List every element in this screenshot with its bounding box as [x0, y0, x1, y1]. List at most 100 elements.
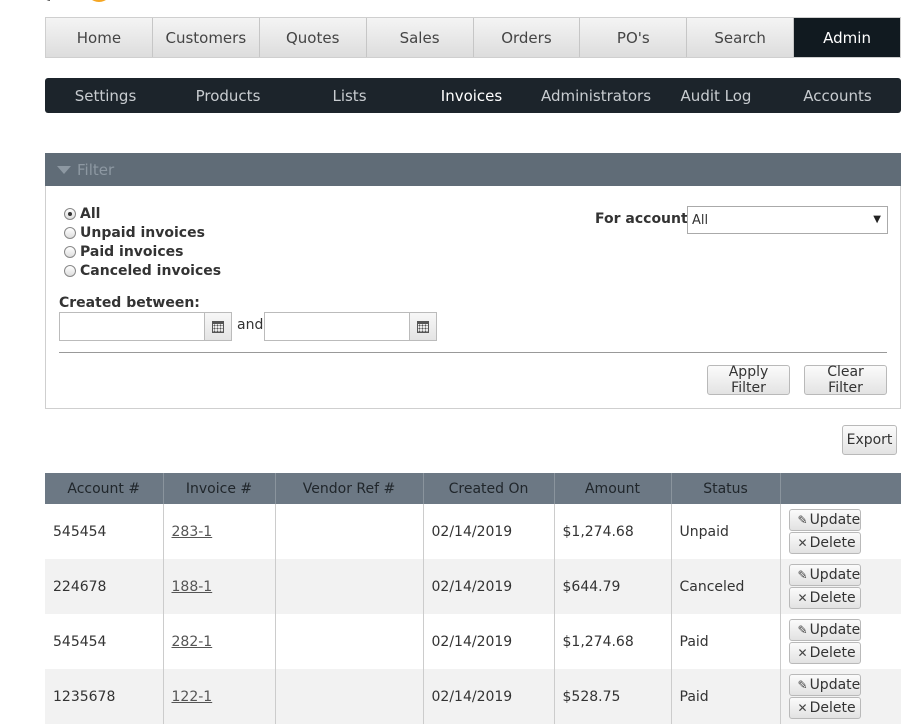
created-between-label: Created between: [59, 295, 200, 311]
nav-tab-home[interactable]: Home [46, 18, 153, 57]
invoice-link[interactable]: 122-1 [172, 689, 213, 705]
filter-panel: All Unpaid invoices Paid invoices Cancel… [45, 186, 901, 409]
nav-tab-pos[interactable]: PO's [580, 18, 688, 57]
update-button[interactable]: ✎ Update [788, 509, 861, 531]
sub-tab-administrators[interactable]: Administrators [534, 78, 658, 113]
delete-button[interactable]: ✕ Delete [788, 532, 861, 554]
nav-tab-customers[interactable]: Customers [152, 18, 260, 57]
invoice-link[interactable]: 283-1 [172, 524, 213, 540]
date-from-input[interactable] [59, 312, 205, 341]
update-button[interactable]: ✎ Update [788, 674, 861, 696]
invoice-cell: 122-1 [163, 669, 276, 724]
date-from [59, 312, 232, 341]
update-label: Update [809, 512, 861, 528]
export-button[interactable]: Export [842, 425, 897, 455]
logo-fragment [86, 0, 112, 2]
radio-all[interactable]: All [64, 206, 100, 222]
calendar-icon [417, 320, 429, 333]
column-header[interactable]: Status [671, 473, 781, 504]
radio-button[interactable] [64, 246, 76, 258]
radio-label: All [80, 206, 101, 222]
column-header [780, 473, 901, 504]
account-select[interactable]: All ▼ [687, 206, 888, 234]
table-row: 545454 283-1 02/14/2019 $1,274.68 Unpaid… [45, 504, 901, 559]
date-to-calendar-button[interactable] [410, 312, 437, 341]
column-header[interactable]: Amount [554, 473, 672, 504]
radio-paid[interactable]: Paid invoices [64, 244, 183, 260]
update-label: Update [809, 622, 861, 638]
status-cell: Paid [671, 614, 781, 669]
sub-tab-accounts[interactable]: Accounts [774, 78, 901, 113]
table-row: 224678 188-1 02/14/2019 $644.79 Canceled… [45, 559, 901, 614]
table-row: 1235678 122-1 02/14/2019 $528.75 Paid ✎ U… [45, 669, 901, 724]
account-cell: 1235678 [45, 669, 164, 724]
invoice-cell: 188-1 [163, 559, 276, 614]
delete-label: Delete [809, 535, 856, 551]
date-from-calendar-button[interactable] [205, 312, 232, 341]
logo-fragment [44, 0, 50, 1]
sub-tab-audit-log[interactable]: Audit Log [658, 78, 774, 113]
table-header-row: Account # Invoice # Vendor Ref # Created… [45, 473, 901, 504]
nav-tab-admin[interactable]: Admin [794, 18, 900, 57]
close-icon: ✕ [797, 591, 808, 605]
delete-label: Delete [809, 700, 856, 716]
invoice-cell: 283-1 [163, 504, 276, 559]
status-cell: Unpaid [671, 504, 781, 559]
update-button[interactable]: ✎ Update [788, 619, 861, 641]
actions-cell: ✎ Update ✕ Delete [780, 504, 901, 559]
status-cell: Paid [671, 669, 781, 724]
delete-button[interactable]: ✕ Delete [788, 587, 861, 609]
amount-cell: $1,274.68 [554, 614, 672, 669]
radio-label: Paid invoices [80, 244, 184, 260]
account-label: For account: [595, 211, 694, 227]
radio-button[interactable] [64, 208, 76, 220]
nav-tab-orders[interactable]: Orders [473, 18, 581, 57]
nav-tab-sales[interactable]: Sales [366, 18, 474, 57]
sub-tab-products[interactable]: Products [166, 78, 290, 113]
vendor-ref-cell [275, 504, 424, 559]
account-cell: 545454 [45, 614, 164, 669]
radio-unpaid[interactable]: Unpaid invoices [64, 225, 205, 241]
status-cell: Canceled [671, 559, 781, 614]
clear-filter-button[interactable]: Clear Filter [804, 364, 887, 396]
sub-tab-lists[interactable]: Lists [290, 78, 409, 113]
amount-cell: $644.79 [554, 559, 672, 614]
admin-sub-nav: Settings Products Lists Invoices Adminis… [45, 78, 901, 113]
radio-button[interactable] [64, 265, 76, 277]
date-to [264, 312, 437, 341]
column-header[interactable]: Created On [423, 473, 555, 504]
date-to-input[interactable] [264, 312, 410, 341]
invoice-link[interactable]: 282-1 [172, 634, 213, 650]
radio-button[interactable] [64, 227, 76, 239]
nav-tab-search[interactable]: Search [687, 18, 795, 57]
column-header[interactable]: Account # [45, 473, 164, 504]
created-cell: 02/14/2019 [423, 614, 555, 669]
amount-cell: $1,274.68 [554, 504, 672, 559]
column-header[interactable]: Invoice # [163, 473, 276, 504]
delete-button[interactable]: ✕ Delete [788, 642, 861, 664]
invoice-link[interactable]: 188-1 [172, 579, 213, 595]
update-button[interactable]: ✎ Update [788, 564, 861, 586]
delete-label: Delete [809, 590, 856, 606]
apply-filter-button[interactable]: Apply Filter [707, 364, 790, 396]
update-label: Update [809, 567, 861, 583]
delete-button[interactable]: ✕ Delete [788, 697, 861, 719]
dropdown-arrow-icon: ▼ [873, 214, 881, 225]
radio-canceled[interactable]: Canceled invoices [64, 263, 221, 279]
nav-tab-quotes[interactable]: Quotes [259, 18, 367, 57]
filter-toggle[interactable]: Filter [45, 153, 901, 186]
delete-label: Delete [809, 645, 856, 661]
close-icon: ✕ [797, 646, 808, 660]
column-header[interactable]: Vendor Ref # [275, 473, 424, 504]
vendor-ref-cell [275, 614, 424, 669]
invoices-table: Account # Invoice # Vendor Ref # Created… [45, 473, 901, 724]
account-cell: 224678 [45, 559, 164, 614]
radio-label: Unpaid invoices [80, 225, 205, 241]
pencil-icon: ✎ [797, 623, 808, 637]
created-cell: 02/14/2019 [423, 669, 555, 724]
divider [59, 352, 887, 353]
invoice-cell: 282-1 [163, 614, 276, 669]
sub-tab-settings[interactable]: Settings [45, 78, 166, 113]
sub-tab-invoices[interactable]: Invoices [409, 78, 534, 113]
calendar-icon [212, 320, 224, 333]
